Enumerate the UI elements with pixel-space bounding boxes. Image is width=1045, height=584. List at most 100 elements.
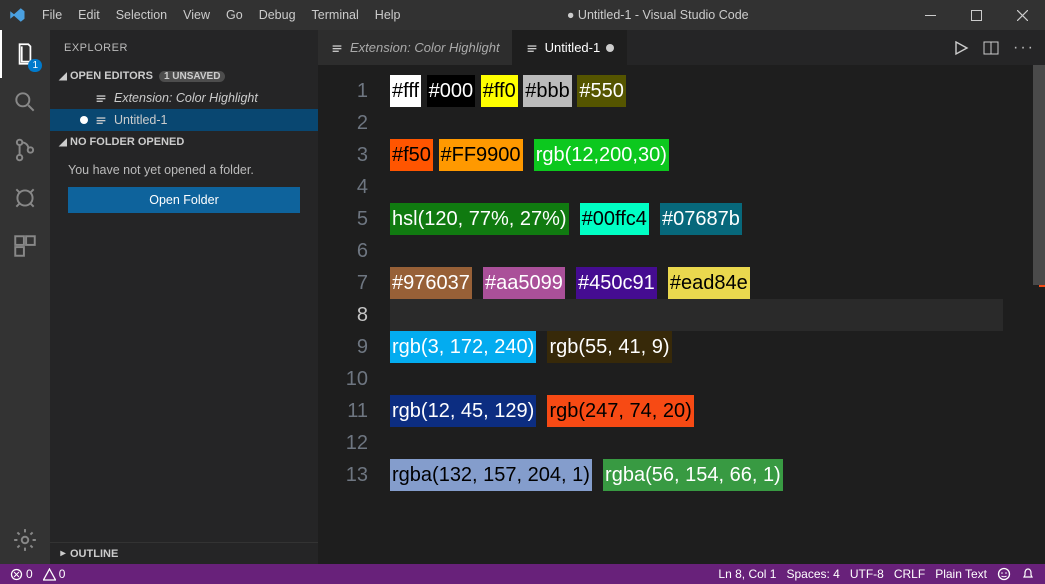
activity-search[interactable]	[0, 78, 50, 126]
color-token: rgb(247, 74, 20)	[547, 395, 693, 427]
activity-extensions[interactable]	[0, 222, 50, 270]
bell-icon[interactable]	[1021, 567, 1035, 581]
line-number: 2	[318, 107, 390, 139]
feedback-icon[interactable]	[997, 567, 1011, 581]
outline-header[interactable]: ▸ OUTLINE	[50, 542, 318, 564]
unsaved-badge: 1 UNSAVED	[159, 71, 226, 82]
color-token: rgb(12,200,30)	[534, 139, 669, 171]
status-language[interactable]: Plain Text	[935, 567, 987, 581]
color-token: #ff0	[481, 75, 518, 107]
status-warnings[interactable]: 0	[43, 567, 66, 581]
code-line[interactable]	[390, 107, 1003, 139]
line-number: 11	[318, 395, 390, 427]
split-editor-icon[interactable]	[983, 40, 999, 56]
chevron-right-icon: ▸	[56, 548, 70, 559]
status-errors[interactable]: 0	[10, 567, 33, 581]
file-name: Untitled-1	[114, 113, 168, 127]
scrollbar-thumb[interactable]	[1033, 65, 1045, 285]
file-icon	[94, 113, 108, 127]
editor-tab[interactable]: Untitled-1	[513, 30, 628, 65]
menu-help[interactable]: Help	[367, 8, 409, 22]
line-number: 5	[318, 203, 390, 235]
close-button[interactable]	[999, 0, 1045, 30]
color-token: #fff	[390, 75, 421, 107]
status-spaces[interactable]: Spaces: 4	[786, 567, 839, 581]
line-number: 8	[318, 299, 390, 331]
window-title: ● Untitled-1 - Visual Studio Code	[409, 8, 907, 22]
modified-dot-icon	[606, 44, 614, 52]
open-editor-file[interactable]: Untitled-1	[50, 109, 318, 131]
code-line[interactable]: #fff #000 #ff0 #bbb #550	[390, 75, 1003, 107]
color-token: #000	[427, 75, 476, 107]
color-token: #07687b	[660, 203, 742, 235]
activity-debug[interactable]	[0, 174, 50, 222]
code-line[interactable]: hsl(120, 77%, 27%) #00ffc4 #07687b	[390, 203, 1003, 235]
code-line[interactable]: rgb(12, 45, 129) rgb(247, 74, 20)	[390, 395, 1003, 427]
status-encoding[interactable]: UTF-8	[850, 567, 884, 581]
no-folder-message: You have not yet opened a folder.	[50, 153, 318, 187]
status-position[interactable]: Ln 8, Col 1	[718, 567, 776, 581]
line-number: 12	[318, 427, 390, 459]
file-icon	[525, 41, 539, 55]
code-line[interactable]	[390, 235, 1003, 267]
line-number: 1	[318, 75, 390, 107]
editor-body[interactable]: 12345678910111213 #fff #000 #ff0 #bbb #5…	[318, 65, 1045, 564]
open-folder-button[interactable]: Open Folder	[68, 187, 300, 213]
window-controls	[907, 0, 1045, 30]
run-icon[interactable]	[953, 40, 969, 56]
color-token: #450c91	[576, 267, 657, 299]
menu-edit[interactable]: Edit	[70, 8, 108, 22]
code-line[interactable]	[390, 171, 1003, 203]
tab-label: Untitled-1	[545, 40, 601, 55]
maximize-button[interactable]	[953, 0, 999, 30]
activity-bar: 1	[0, 30, 50, 564]
tab-label: Extension: Color Highlight	[350, 40, 500, 55]
menu-view[interactable]: View	[175, 8, 218, 22]
menu-selection[interactable]: Selection	[108, 8, 175, 22]
code-line[interactable]	[390, 299, 1003, 331]
explorer-badge: 1	[28, 59, 42, 72]
activity-explorer[interactable]: 1	[0, 30, 50, 78]
editor-tab[interactable]: Extension: Color Highlight	[318, 30, 513, 65]
line-number: 10	[318, 363, 390, 395]
color-token: hsl(120, 77%, 27%)	[390, 203, 569, 235]
minimize-button[interactable]	[907, 0, 953, 30]
open-editors-label: OPEN EDITORS	[70, 70, 153, 82]
file-icon	[330, 41, 344, 55]
color-token: rgb(55, 41, 9)	[547, 331, 671, 363]
titlebar: FileEditSelectionViewGoDebugTerminalHelp…	[0, 0, 1045, 30]
color-token: #FF9900	[439, 139, 523, 171]
no-folder-header[interactable]: ◢ NO FOLDER OPENED	[50, 131, 318, 153]
color-token: #f50	[390, 139, 433, 171]
menu-file[interactable]: File	[34, 8, 70, 22]
menu-go[interactable]: Go	[218, 8, 251, 22]
line-number: 6	[318, 235, 390, 267]
activity-scm[interactable]	[0, 126, 50, 174]
menu-terminal[interactable]: Terminal	[304, 8, 367, 22]
code-line[interactable]: #f50 #FF9900 rgb(12,200,30)	[390, 139, 1003, 171]
open-editor-file[interactable]: Extension: Color Highlight	[50, 87, 318, 109]
menu-debug[interactable]: Debug	[251, 8, 304, 22]
open-editors-header[interactable]: ◢ OPEN EDITORS 1 UNSAVED	[50, 65, 318, 87]
code-line[interactable]	[390, 363, 1003, 395]
color-token: rgb(3, 172, 240)	[390, 331, 536, 363]
color-token: rgb(12, 45, 129)	[390, 395, 536, 427]
status-eol[interactable]: CRLF	[894, 567, 925, 581]
activity-settings[interactable]	[0, 516, 50, 564]
tab-bar: Extension: Color Highlight Untitled-1 ···	[318, 30, 1045, 65]
color-token: rgba(132, 157, 204, 1)	[390, 459, 592, 491]
vertical-scrollbar[interactable]	[1033, 65, 1045, 564]
color-token: #ead84e	[668, 267, 750, 299]
code-line[interactable]	[390, 427, 1003, 459]
chevron-down-icon: ◢	[56, 137, 70, 148]
code-line[interactable]: rgb(3, 172, 240) rgb(55, 41, 9)	[390, 331, 1003, 363]
line-numbers: 12345678910111213	[318, 65, 390, 564]
more-icon[interactable]: ···	[1013, 39, 1035, 57]
editor-area: Extension: Color Highlight Untitled-1 ···…	[318, 30, 1045, 564]
line-number: 3	[318, 139, 390, 171]
code-line[interactable]: #976037 #aa5099 #450c91 #ead84e	[390, 267, 1003, 299]
code-line[interactable]: rgba(132, 157, 204, 1) rgba(56, 154, 66,…	[390, 459, 1003, 491]
color-token: #550	[577, 75, 626, 107]
color-token: #aa5099	[483, 267, 565, 299]
code-content[interactable]: #fff #000 #ff0 #bbb #550 #f50 #FF9900 rgb…	[390, 65, 1003, 564]
